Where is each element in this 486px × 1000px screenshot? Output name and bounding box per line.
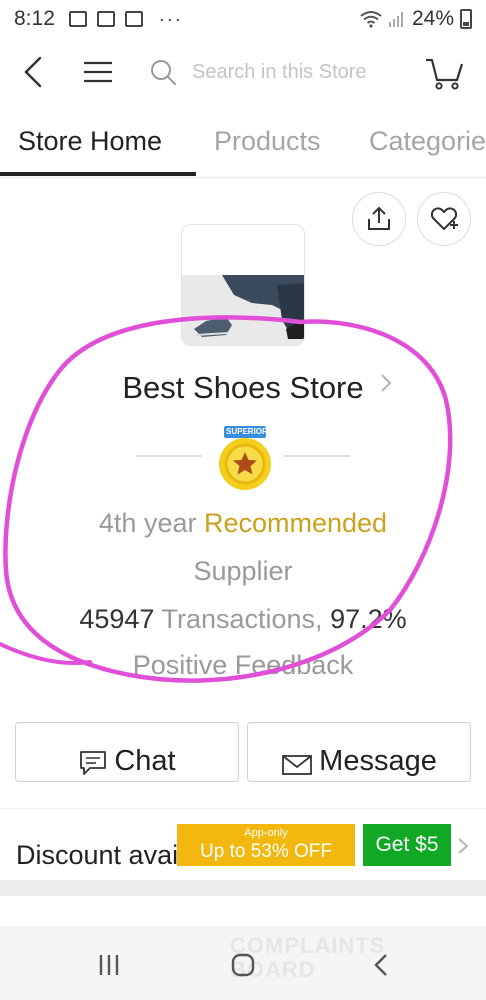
recommended-label: Recommended — [203, 508, 388, 538]
voicemail-icon — [124, 11, 143, 27]
battery-percent: 24% — [411, 7, 454, 30]
home-button[interactable] — [228, 950, 258, 980]
store-search-input[interactable]: Search in this Store — [148, 50, 408, 94]
supplier-label: Supplier — [193, 556, 293, 586]
menu-button[interactable] — [78, 52, 118, 92]
system-back-button[interactable] — [366, 950, 396, 980]
back-arrow-icon — [374, 954, 387, 976]
search-icon — [151, 60, 176, 85]
active-tab-indicator — [0, 172, 196, 176]
feedback-line: Positive Feedback — [0, 650, 486, 681]
tab-products[interactable]: Products — [214, 126, 321, 157]
back-button[interactable] — [14, 52, 54, 92]
hamburger-icon — [84, 61, 112, 83]
tab-categories[interactable]: Categories — [369, 126, 486, 157]
store-tabs: Store Home Products Categories — [0, 112, 486, 178]
discount-row[interactable]: Discount available App-only Up to 53% OF… — [0, 820, 486, 880]
status-time: 8:12 — [14, 7, 55, 30]
store-years-line: 4th year Recommended — [0, 508, 486, 539]
transactions-count: 45947 — [79, 604, 155, 634]
share-icon — [368, 206, 390, 230]
app-only-promo-badge[interactable]: App-only Up to 53% OFF — [177, 824, 355, 866]
promo-app-only: App-only — [244, 827, 288, 839]
promo-discount: Up to 53% OFF — [200, 841, 332, 862]
message-label: Message — [319, 745, 437, 777]
positive-percent: 97.2% — [330, 604, 407, 634]
chevron-right-icon — [458, 838, 469, 854]
top-nav: Search in this Store — [0, 44, 486, 100]
location-icon — [96, 11, 115, 27]
follow-store-button[interactable] — [417, 192, 471, 246]
get-coupon-label: Get $5 — [375, 833, 439, 856]
chevron-left-icon — [24, 56, 42, 88]
section-separator — [0, 880, 486, 896]
annotation-circle — [0, 315, 453, 683]
store-years: 4th year — [98, 508, 197, 538]
superior-badge-label: SUPERIOR — [226, 427, 268, 436]
share-button[interactable] — [352, 192, 406, 246]
chevron-right-icon — [381, 374, 392, 392]
transactions-label: Transactions, — [161, 604, 323, 634]
medal-row: SUPERIOR — [0, 424, 486, 494]
divider-left — [136, 455, 202, 457]
heart-plus-icon — [430, 207, 458, 230]
chat-icon — [80, 751, 107, 775]
tab-store-home[interactable]: Store Home — [18, 126, 162, 157]
battery-icon — [460, 9, 472, 29]
system-nav-bar: COMPLAINTS BOARD — [0, 926, 486, 1000]
recent-apps-icon — [99, 955, 119, 975]
status-bar: 8:12 ··· 24% — [0, 0, 486, 38]
supplier-line: Supplier — [0, 556, 486, 587]
get-coupon-button[interactable]: Get $5 — [363, 824, 451, 866]
signal-icon — [388, 12, 403, 27]
chat-label: Chat — [114, 745, 176, 777]
recent-apps-button[interactable] — [94, 950, 124, 980]
envelope-icon — [282, 755, 313, 775]
positive-feedback-label: Positive Feedback — [132, 650, 354, 680]
home-icon — [231, 953, 255, 977]
transactions-line: 45947 Transactions, 97.2% — [0, 604, 486, 635]
chat-button[interactable]: Chat — [15, 722, 239, 782]
cart-button[interactable] — [422, 52, 466, 92]
search-placeholder: Search in this Store — [192, 60, 367, 83]
more-notifications: ··· — [158, 8, 183, 29]
store-name-link[interactable]: Best Shoes Store — [0, 370, 486, 406]
shoes-photo — [182, 275, 304, 345]
wifi-icon — [360, 11, 382, 28]
divider-right — [284, 455, 350, 457]
cart-icon — [426, 58, 464, 90]
gallery-icon — [68, 11, 87, 27]
section-divider — [0, 808, 486, 809]
message-button[interactable]: Message — [247, 722, 471, 782]
store-logo — [181, 224, 305, 346]
store-name: Best Shoes Store — [122, 370, 364, 405]
